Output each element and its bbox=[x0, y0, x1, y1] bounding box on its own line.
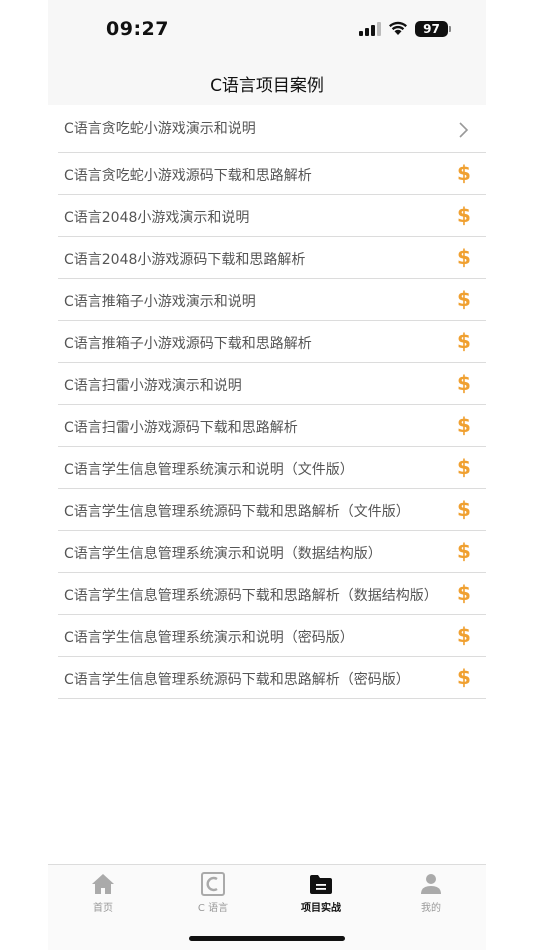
list-item[interactable]: C语言学生信息管理系统源码下载和思路解析（文件版） $ bbox=[48, 489, 486, 531]
dollar-icon: $ bbox=[457, 539, 471, 563]
dollar-icon: $ bbox=[457, 497, 471, 521]
status-bar: 09:27 97 bbox=[48, 0, 486, 60]
dollar-icon: $ bbox=[457, 623, 471, 647]
list-item-label: C语言2048小游戏源码下载和思路解析 bbox=[64, 252, 306, 268]
list-item-label: C语言推箱子小游戏源码下载和思路解析 bbox=[64, 336, 312, 352]
list-item-label: C语言扫雷小游戏源码下载和思路解析 bbox=[64, 420, 298, 436]
dollar-icon: $ bbox=[457, 329, 471, 353]
status-time: 09:27 bbox=[106, 18, 169, 40]
nav-header: C语言项目案例 bbox=[48, 60, 486, 105]
dollar-icon: $ bbox=[457, 371, 471, 395]
list-item[interactable]: C语言学生信息管理系统源码下载和思路解析（密码版） $ bbox=[48, 657, 486, 699]
tab-label: 我的 bbox=[421, 903, 441, 914]
chevron-right-icon bbox=[459, 122, 469, 138]
list-item-label: C语言推箱子小游戏演示和说明 bbox=[64, 294, 256, 310]
list-item[interactable]: C语言贪吃蛇小游戏演示和说明 bbox=[48, 105, 486, 153]
list-item[interactable]: C语言推箱子小游戏源码下载和思路解析 $ bbox=[48, 321, 486, 363]
list-item-label: C语言学生信息管理系统源码下载和思路解析（数据结构版） bbox=[64, 588, 438, 604]
tab-label: 首页 bbox=[93, 903, 113, 914]
dollar-icon: $ bbox=[457, 413, 471, 437]
page-title: C语言项目案例 bbox=[210, 76, 324, 96]
tab-label: C 语言 bbox=[197, 903, 229, 914]
list-item[interactable]: C语言2048小游戏演示和说明 $ bbox=[48, 195, 486, 237]
list-item[interactable]: C语言学生信息管理系统演示和说明（密码版） $ bbox=[48, 615, 486, 657]
phone-screen: 09:27 97 C语言项目案例 C语言贪吃蛇小游戏演示和说明 C语言贪吃蛇小游… bbox=[48, 0, 486, 950]
list-item-label: C语言贪吃蛇小游戏演示和说明 bbox=[64, 121, 256, 137]
dollar-icon: $ bbox=[457, 203, 471, 227]
list-item-label: C语言2048小游戏演示和说明 bbox=[64, 210, 250, 226]
dollar-icon: $ bbox=[457, 455, 471, 479]
list-item[interactable]: C语言扫雷小游戏源码下载和思路解析 $ bbox=[48, 405, 486, 447]
wifi-icon bbox=[389, 21, 407, 35]
dollar-icon: $ bbox=[457, 581, 471, 605]
list-item[interactable]: C语言学生信息管理系统演示和说明（数据结构版） $ bbox=[48, 531, 486, 573]
list-item-label: C语言贪吃蛇小游戏源码下载和思路解析 bbox=[64, 168, 312, 184]
cellular-signal-icon bbox=[359, 22, 381, 36]
project-list: C语言贪吃蛇小游戏演示和说明 C语言贪吃蛇小游戏源码下载和思路解析 $ C语言20… bbox=[48, 105, 486, 699]
list-item[interactable]: C语言2048小游戏源码下载和思路解析 $ bbox=[48, 237, 486, 279]
list-item[interactable]: C语言扫雷小游戏演示和说明 $ bbox=[48, 363, 486, 405]
divider bbox=[58, 698, 486, 699]
list-item[interactable]: C语言学生信息管理系统演示和说明（文件版） $ bbox=[48, 447, 486, 489]
list-item[interactable]: C语言贪吃蛇小游戏源码下载和思路解析 $ bbox=[48, 153, 486, 195]
dollar-icon: $ bbox=[457, 245, 471, 269]
tab-c-language[interactable]: C 语言 bbox=[158, 871, 268, 914]
tab-label: 项目实战 bbox=[301, 903, 341, 914]
home-indicator bbox=[189, 936, 345, 941]
dollar-icon: $ bbox=[457, 665, 471, 689]
list-item-label: C语言学生信息管理系统演示和说明（文件版） bbox=[64, 462, 354, 478]
list-item[interactable]: C语言推箱子小游戏演示和说明 $ bbox=[48, 279, 486, 321]
list-item[interactable]: C语言学生信息管理系统源码下载和思路解析（数据结构版） $ bbox=[48, 573, 486, 615]
list-item-label: C语言学生信息管理系统演示和说明（数据结构版） bbox=[64, 546, 382, 562]
tab-profile[interactable]: 我的 bbox=[376, 871, 486, 914]
person-icon bbox=[421, 874, 441, 894]
list-item-label: C语言学生信息管理系统源码下载和思路解析（文件版） bbox=[64, 504, 410, 520]
battery-icon: 97 bbox=[415, 21, 448, 37]
battery-tip bbox=[449, 26, 451, 32]
dollar-icon: $ bbox=[457, 161, 471, 185]
c-language-icon bbox=[201, 872, 225, 896]
list-item-label: C语言扫雷小游戏演示和说明 bbox=[64, 378, 242, 394]
dollar-icon: $ bbox=[457, 287, 471, 311]
folder-icon bbox=[310, 875, 332, 894]
list-item-label: C语言学生信息管理系统演示和说明（密码版） bbox=[64, 630, 354, 646]
home-icon bbox=[92, 874, 114, 894]
list-item-label: C语言学生信息管理系统源码下载和思路解析（密码版） bbox=[64, 672, 410, 688]
tab-projects[interactable]: 项目实战 bbox=[266, 871, 376, 914]
tab-home[interactable]: 首页 bbox=[48, 871, 158, 914]
